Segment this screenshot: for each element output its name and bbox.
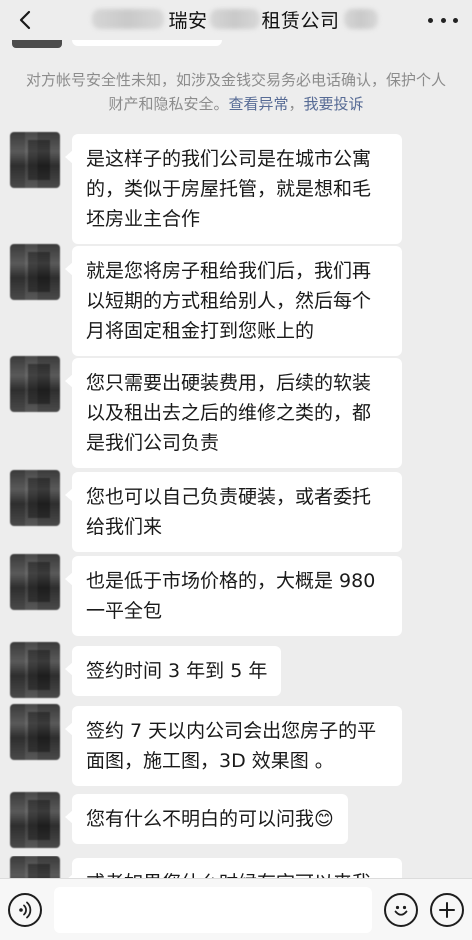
message-line: 您也可以自己负责硬装，或者委托 [86,486,372,508]
message-line: 的，类似于房屋托管，就是想和毛 [86,178,372,200]
message-bubble[interactable]: 就是您将房子租给我们后，我们再 以短期的方式租给别人，然后每个 月将固定租金打到… [65,246,402,356]
avatar[interactable] [10,356,60,412]
message-line: 或者如果您什么时候有空可以来我 [86,868,388,878]
avatar-partial [12,40,62,48]
avatar[interactable] [10,554,60,610]
avatar[interactable] [10,792,60,848]
message-line: 也是低于市场价格的，大概是 980 [86,570,376,592]
message-bubble-partial [72,40,222,46]
message-line: 给我们来 [86,516,163,538]
message-line: 以短期的方式租给别人，然后每个 [86,290,372,312]
message-line: 签约 7 天以内公司会出您房子的平 [86,720,377,742]
voice-button[interactable] [8,893,42,927]
top-bar: 瑞安 租赁公司 [0,0,472,40]
message-line: 是我们公司负责 [86,432,220,454]
view-anomaly-link[interactable]: 查看异常 [228,95,288,113]
message-line: 是这样子的我们公司是在城市公寓 [86,148,372,170]
avatar[interactable] [10,244,60,300]
message-input[interactable] [54,887,372,933]
avatar[interactable] [10,132,60,188]
avatar[interactable] [10,470,60,526]
more-dots-icon[interactable] [428,10,458,30]
voice-icon [19,901,32,919]
avatar[interactable] [10,856,60,878]
message-line: 就是您将房子租给我们后，我们再 [86,260,372,282]
chevron-left-icon [19,10,31,30]
plus-icon [439,902,455,918]
emoji-icon [394,905,408,916]
message-line: 坯房业主合作 [86,208,201,230]
back-button[interactable] [12,6,38,34]
avatar[interactable] [10,642,60,698]
message-bubble[interactable]: 签约时间 3 年到 5 年 [64,646,282,696]
message-line: 您只需要出硬装费用，后续的软装 [86,372,372,394]
message-bubble[interactable]: 也是低于市场价格的，大概是 980 一平全包 [65,556,402,636]
redacted-text [343,9,378,29]
message-line: 一平全包 [86,600,163,622]
message-bubble[interactable]: 您有什么不明白的可以问我😊 [65,794,348,844]
message-bubble[interactable]: 或者如果您什么时候有空可以来我 [65,858,402,878]
message-line: 以及租出去之后的维修之类的，都 [86,402,372,424]
security-notice: 对方帐号安全性未知，如涉及金钱交易务必电话确认，保护个人财产和隐私安全。查看异常… [20,68,452,116]
message-line: 签约时间 3 年到 5 年 [86,660,268,682]
message-bubble[interactable]: 您只需要出硬装费用，后续的软装 以及租出去之后的维修之类的，都 是我们公司负责 [65,358,402,468]
message-line: 月将固定租金打到您账上的 [86,320,315,342]
message-row-partial: 或者如果您什么时候有空可以来我 [0,856,472,878]
redacted-text [92,9,165,29]
message-bubble[interactable]: 您也可以自己负责硬装，或者委托 给我们来 [65,472,402,552]
chat-title: 瑞安 租赁公司 [70,4,400,34]
notice-separator: ， [288,95,304,113]
complain-link[interactable]: 我要投诉 [304,95,364,113]
message-line: 面图，施工图，3D 效果图 。 [86,750,334,772]
message-line: 您有什么不明白的可以问我😊 [86,808,334,830]
message-bubble[interactable]: 签约 7 天以内公司会出您房子的平 面图，施工图，3D 效果图 。 [65,706,402,786]
chat-title-part2: 租赁公司 [261,9,340,32]
chat-title-part1: 瑞安 [168,9,208,32]
avatar[interactable] [10,704,60,760]
redacted-text [209,9,260,29]
emoji-button[interactable] [384,893,418,927]
plus-button[interactable] [430,893,464,927]
input-toolbar [0,878,472,940]
message-bubble[interactable]: 是这样子的我们公司是在城市公寓 的，类似于房屋托管，就是想和毛 坯房业主合作 [65,134,402,244]
